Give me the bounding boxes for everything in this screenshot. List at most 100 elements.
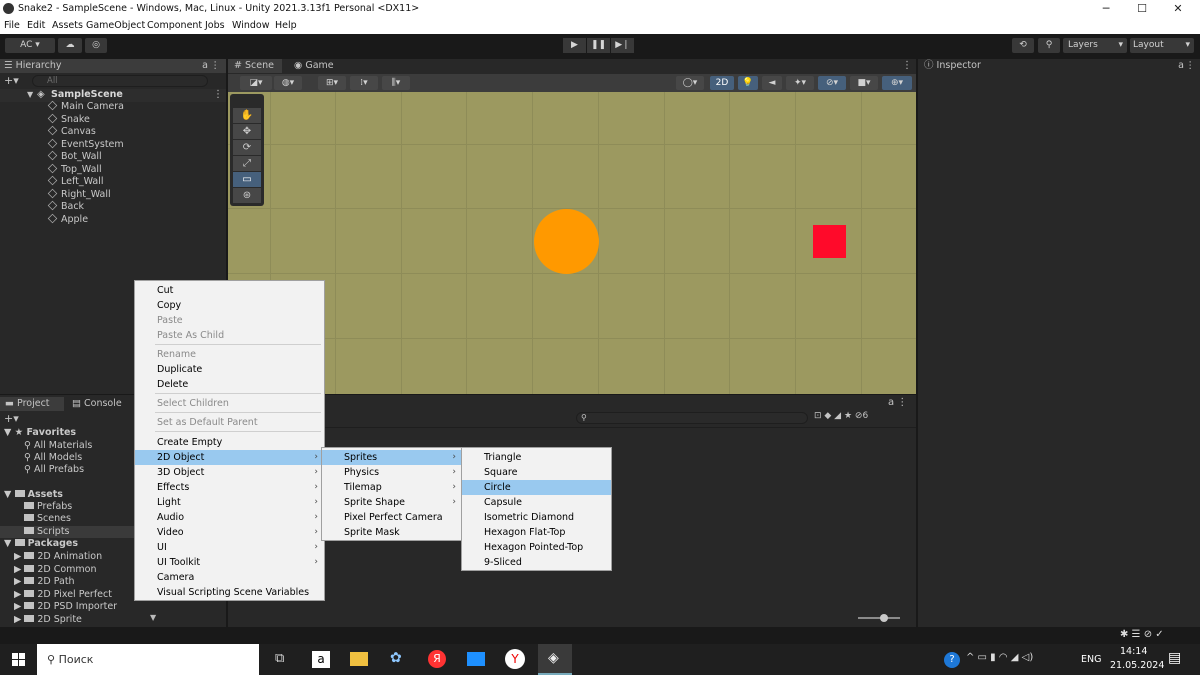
step-button[interactable]: ▶❘ — [611, 38, 634, 53]
menu-item-triangle[interactable]: Triangle — [462, 450, 611, 465]
tab-game[interactable]: ◉ Game — [290, 59, 340, 73]
menu-item-paste-as-child[interactable]: Paste As Child — [135, 328, 324, 343]
add-icon[interactable]: +▾ — [4, 74, 19, 87]
menu-gameobject[interactable]: GameObject — [86, 20, 145, 31]
package-2d-pixel-perfect[interactable]: ▶ 2D Pixel Perfect — [14, 589, 112, 601]
menu-help[interactable]: Help — [275, 20, 297, 31]
menu-item-ui[interactable]: UI › — [135, 540, 324, 555]
zoom-slider[interactable] — [858, 617, 900, 619]
visibility-dropdown[interactable]: ⊘▾ — [818, 76, 846, 90]
cloud-icon[interactable]: ☁ — [58, 38, 82, 53]
amazon-app-icon[interactable]: a — [312, 651, 330, 668]
menu-item-isometric-diamond[interactable]: Isometric Diamond — [462, 510, 611, 525]
packages-header[interactable]: ▼ Packages — [4, 538, 78, 550]
rotate-tool-icon[interactable]: ⟳ — [233, 140, 261, 155]
language-indicator[interactable]: ENG — [1081, 654, 1101, 665]
scale-tool-icon[interactable]: ⤢ — [233, 156, 261, 171]
hierarchy-tab[interactable]: ☰ Hierarchy a ⋮ — [0, 59, 226, 73]
package-2d-common[interactable]: ▶ 2D Common — [14, 564, 97, 576]
collab-icon[interactable]: ◎ — [85, 38, 107, 53]
lock-icon[interactable]: a ⋮ — [888, 397, 907, 408]
layers-dropdown[interactable]: Layers ▾ — [1063, 38, 1127, 53]
scroll-down-icon[interactable]: ▼ — [150, 613, 160, 627]
menu-item-rename[interactable]: Rename — [135, 347, 324, 362]
tab-inspector[interactable]: ⓘ Inspector a ⋮ — [918, 59, 1200, 73]
tab-project[interactable]: ▬ Project — [0, 397, 64, 411]
menu-item-effects[interactable]: Effects › — [135, 480, 324, 495]
assets-header[interactable]: ▼ Assets — [4, 489, 63, 501]
folder-scripts[interactable]: Scripts — [0, 526, 135, 538]
play-button[interactable]: ▶ — [563, 38, 586, 53]
hierarchy-item-apple[interactable]: Apple — [47, 213, 124, 227]
menu-item-tilemap[interactable]: Tilemap › — [322, 480, 462, 495]
menu-item-9-sliced[interactable]: 9-Sliced — [462, 555, 611, 570]
menu-item-audio[interactable]: Audio › — [135, 510, 324, 525]
menu-item-pixel-perfect-camera[interactable]: Pixel Perfect Camera — [322, 510, 462, 525]
increment-snap-dropdown[interactable]: ⁞▾ — [350, 76, 378, 90]
menu-item-2d-object[interactable]: 2D Object › — [135, 450, 324, 465]
package-2d-sprite[interactable]: ▶ 2D Sprite — [14, 614, 82, 626]
menu-item-camera[interactable]: Camera — [135, 570, 324, 585]
history-icon[interactable]: ⟲ — [1012, 38, 1034, 53]
hierarchy-item-snake[interactable]: Snake — [47, 113, 124, 127]
lock-icon[interactable]: a — [1178, 59, 1184, 73]
menu-item-visual-scripting[interactable]: Visual Scripting Scene Variables — [135, 585, 324, 600]
render-mode-dropdown[interactable]: ◍▾ — [274, 76, 302, 90]
kebab-menu-icon[interactable]: ⋮ — [1186, 59, 1196, 73]
clock-time[interactable]: 14:14 — [1120, 646, 1147, 657]
toggle-2d-button[interactable]: 2D — [710, 76, 734, 90]
yandex-icon[interactable]: Я — [428, 650, 446, 668]
menu-item-light[interactable]: Light › — [135, 495, 324, 510]
rect-tool-icon[interactable]: ▭ — [233, 172, 261, 187]
menu-component[interactable]: Component — [147, 20, 202, 31]
filter-icons[interactable]: ⊡ ◆ ◢ ★ ⊘6 — [814, 411, 868, 421]
hierarchy-item-left-wall[interactable]: Left_Wall — [47, 175, 124, 189]
menu-item-physics[interactable]: Physics › — [322, 465, 462, 480]
pause-button[interactable]: ❚❚ — [587, 38, 610, 53]
apple-square-sprite[interactable] — [813, 225, 846, 258]
hand-tool-icon[interactable]: ✋ — [233, 108, 261, 123]
effects-dropdown[interactable]: ✦▾ — [786, 76, 814, 90]
hierarchy-item-back[interactable]: Back — [47, 200, 124, 214]
task-view-icon[interactable]: ⧉ — [275, 651, 284, 666]
menu-item-sprite-mask[interactable]: Sprite Mask — [322, 525, 462, 540]
shading-dropdown[interactable]: ◯▾ — [676, 76, 704, 90]
layout-dropdown[interactable]: Layout ▾ — [1130, 38, 1194, 53]
menu-item-paste[interactable]: Paste — [135, 313, 324, 328]
kebab-menu-icon[interactable]: ⋮ — [902, 60, 912, 71]
maximize-button[interactable]: ☐ — [1124, 1, 1160, 17]
gizmos-dropdown[interactable]: ⊕▾ — [882, 76, 912, 90]
search-icon[interactable]: ⚲ — [1038, 38, 1060, 53]
menu-item-select-children[interactable]: Select Children — [135, 396, 324, 411]
audio-icon[interactable]: ◄ — [762, 76, 782, 90]
menu-item-capsule[interactable]: Capsule — [462, 495, 611, 510]
menu-item-square[interactable]: Square — [462, 465, 611, 480]
kebab-menu-icon[interactable]: ⋮ — [211, 59, 221, 73]
folder-scenes[interactable]: Scenes — [24, 513, 71, 525]
hierarchy-search-input[interactable]: All — [32, 75, 208, 87]
notification-icon[interactable]: ▤ — [1168, 650, 1181, 666]
menu-item-duplicate[interactable]: Duplicate — [135, 362, 324, 377]
menu-item-delete[interactable]: Delete — [135, 377, 324, 392]
lock-icon[interactable]: a — [202, 59, 208, 73]
menu-item-video[interactable]: Video › — [135, 525, 324, 540]
grid-snap-dropdown[interactable]: ⊞▾ — [318, 76, 346, 90]
system-tray-icons[interactable]: ^ ▭ ▮ ◠ ◢ ◁) — [966, 652, 1033, 663]
file-explorer-icon[interactable] — [350, 652, 368, 666]
hierarchy-item-top-wall[interactable]: Top_Wall — [47, 163, 124, 177]
package-2d-path[interactable]: ▶ 2D Path — [14, 576, 75, 588]
move-tool-icon[interactable]: ✥ — [233, 124, 261, 139]
minimize-button[interactable]: ─ — [1088, 1, 1124, 17]
close-button[interactable]: ✕ — [1160, 1, 1196, 17]
favorites-header[interactable]: ▼ ★ Favorites — [4, 427, 76, 439]
snake-circle-sprite[interactable] — [534, 209, 599, 274]
menu-item-sprite-shape[interactable]: Sprite Shape › — [322, 495, 462, 510]
clock-date[interactable]: 21.05.2024 — [1110, 660, 1164, 671]
menu-assets[interactable]: Assets — [52, 20, 83, 31]
project-search-input[interactable]: ⚲ — [576, 412, 808, 424]
menu-item-set-default-parent[interactable]: Set as Default Parent — [135, 415, 324, 430]
windows-start-icon[interactable] — [12, 653, 25, 666]
menu-item-hexagon-pointed-top[interactable]: Hexagon Pointed-Top — [462, 540, 611, 555]
unity-taskbar-icon[interactable]: ◈ — [538, 644, 572, 675]
menu-item-copy[interactable]: Copy — [135, 298, 324, 313]
